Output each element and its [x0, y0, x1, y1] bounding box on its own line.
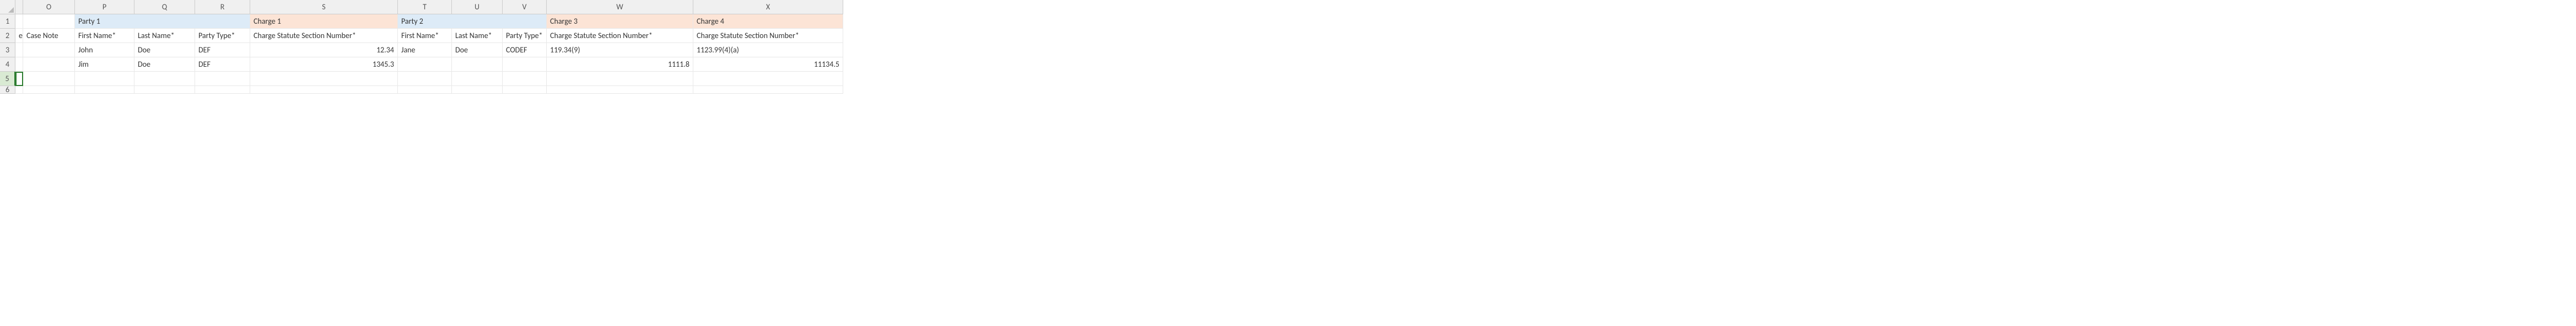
cell-T4[interactable] [398, 57, 452, 72]
row-header-6[interactable]: 6 [0, 86, 15, 94]
cell-V3[interactable]: CODEF [503, 43, 547, 57]
cell-U6[interactable] [452, 86, 503, 94]
row-header-2[interactable]: 2 [0, 29, 15, 43]
cell-W5[interactable] [547, 72, 693, 86]
header-p1-type[interactable]: Party Type* [195, 29, 250, 43]
cell-S6[interactable] [250, 86, 398, 94]
cell-R3[interactable]: DEF [195, 43, 250, 57]
cell-V4[interactable] [503, 57, 547, 72]
header-p1-last[interactable]: Last Name* [134, 29, 195, 43]
cell-U4[interactable] [452, 57, 503, 72]
cell-V5[interactable] [503, 72, 547, 86]
cell-Q4[interactable]: Doe [134, 57, 195, 72]
col-header-T[interactable]: T [398, 0, 452, 14]
row-header-3[interactable]: 3 [0, 43, 15, 57]
cell-partial-6[interactable] [15, 86, 23, 94]
cell-O6[interactable] [23, 86, 75, 94]
group-header-charge3[interactable]: Charge 3 [547, 14, 693, 29]
header-c4-statute[interactable]: Charge Statute Section Number* [693, 29, 843, 43]
col-header-W[interactable]: W [547, 0, 693, 14]
cell-Q5[interactable] [134, 72, 195, 86]
cell-W3[interactable]: 119.34(9) [547, 43, 693, 57]
group-header-charge4[interactable]: Charge 4 [693, 14, 843, 29]
header-p2-last[interactable]: Last Name* [452, 29, 503, 43]
cell-O4[interactable] [23, 57, 75, 72]
cell-O3[interactable] [23, 43, 75, 57]
header-case-note[interactable]: Case Note [23, 29, 75, 43]
cell-O1[interactable] [23, 14, 75, 29]
cell-U5[interactable] [452, 72, 503, 86]
cell-partial-2[interactable]: e [15, 29, 23, 43]
group-header-party2[interactable]: Party 2 [398, 14, 547, 29]
col-header-Q[interactable]: Q [134, 0, 195, 14]
cell-partial-1[interactable] [15, 14, 23, 29]
cell-R5[interactable] [195, 72, 250, 86]
cell-P4[interactable]: Jim [75, 57, 134, 72]
group-header-charge1[interactable]: Charge 1 [250, 14, 398, 29]
row-header-1[interactable]: 1 [0, 14, 15, 29]
cell-X4[interactable]: 11134.5 [693, 57, 843, 72]
header-p2-type[interactable]: Party Type* [503, 29, 547, 43]
cell-T6[interactable] [398, 86, 452, 94]
col-header-V[interactable]: V [503, 0, 547, 14]
cell-Q3[interactable]: Doe [134, 43, 195, 57]
cell-T5[interactable] [398, 72, 452, 86]
col-header-R[interactable]: R [195, 0, 250, 14]
cell-S5[interactable] [250, 72, 398, 86]
spreadsheet-grid[interactable]: O P Q R S T U V W X 1 Party 1 Charge 1 P… [0, 0, 2576, 100]
group-header-party1[interactable]: Party 1 [75, 14, 250, 29]
cell-W6[interactable] [547, 86, 693, 94]
cell-U3[interactable]: Doe [452, 43, 503, 57]
cell-partial-4[interactable] [15, 57, 23, 72]
col-header-S[interactable]: S [250, 0, 398, 14]
col-header-partial[interactable] [15, 0, 23, 14]
cell-Q6[interactable] [134, 86, 195, 94]
row-header-4[interactable]: 4 [0, 57, 15, 72]
cell-R4[interactable]: DEF [195, 57, 250, 72]
header-c1-statute[interactable]: Charge Statute Section Number* [250, 29, 398, 43]
col-header-P[interactable]: P [75, 0, 134, 14]
cell-P5[interactable] [75, 72, 134, 86]
row-header-5[interactable]: 5 [0, 72, 15, 86]
cell-O5[interactable] [23, 72, 75, 86]
cell-partial-3[interactable] [15, 43, 23, 57]
cell-V6[interactable] [503, 86, 547, 94]
select-all-corner[interactable] [0, 0, 15, 14]
header-p1-first[interactable]: First Name* [75, 29, 134, 43]
cell-R6[interactable] [195, 86, 250, 94]
cell-P3[interactable]: John [75, 43, 134, 57]
header-p2-first[interactable]: First Name* [398, 29, 452, 43]
cell-W4[interactable]: 1111.8 [547, 57, 693, 72]
col-header-X[interactable]: X [693, 0, 843, 14]
active-cell[interactable] [15, 72, 23, 86]
cell-P6[interactable] [75, 86, 134, 94]
cell-X5[interactable] [693, 72, 843, 86]
cell-S3[interactable]: 12.34 [250, 43, 398, 57]
cell-X6[interactable] [693, 86, 843, 94]
col-header-O[interactable]: O [23, 0, 75, 14]
header-c3-statute[interactable]: Charge Statute Section Number* [547, 29, 693, 43]
cell-X3[interactable]: 1123.99(4)(a) [693, 43, 843, 57]
cell-T3[interactable]: Jane [398, 43, 452, 57]
col-header-U[interactable]: U [452, 0, 503, 14]
cell-S4[interactable]: 1345.3 [250, 57, 398, 72]
